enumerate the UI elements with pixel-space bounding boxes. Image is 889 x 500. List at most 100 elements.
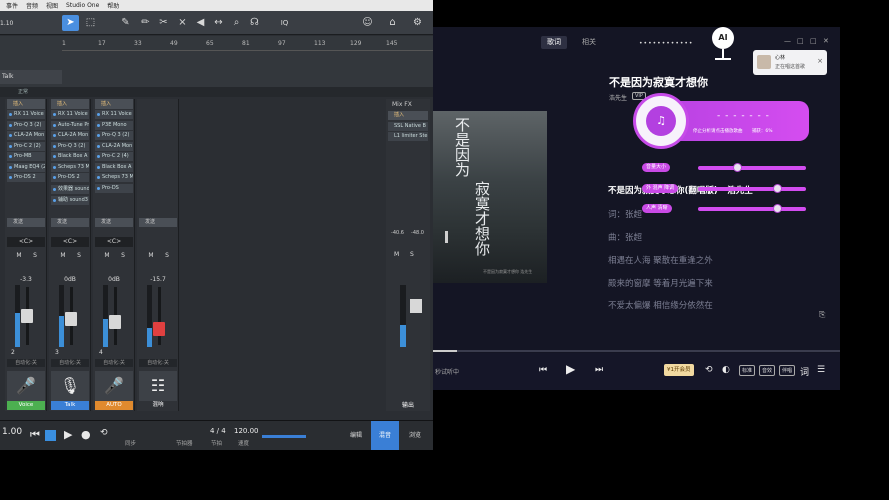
insert-slot[interactable]: Pro-Q 3 (2) xyxy=(51,141,89,151)
mix-fx-solo[interactable]: S xyxy=(410,251,414,258)
insert-slot[interactable]: CLA-2A Mon xyxy=(95,141,133,151)
mute-button[interactable]: M xyxy=(145,251,157,261)
solo-button[interactable]: S xyxy=(117,251,129,261)
return-to-start-icon[interactable]: ⏮ xyxy=(30,428,40,442)
accompaniment[interactable]: 伴唱 xyxy=(779,365,796,376)
arrow-tool-icon[interactable]: ➤ xyxy=(62,15,79,31)
mute-tool-icon[interactable]: ⨯ xyxy=(174,15,191,31)
iq-icon[interactable]: IQ xyxy=(276,15,293,31)
send-header[interactable]: 发送 xyxy=(7,218,45,227)
insert-slot[interactable]: Pro-DS 2 xyxy=(7,173,45,182)
channel-name[interactable]: 混响 xyxy=(139,401,177,410)
playback-progress[interactable] xyxy=(433,350,840,352)
insert-slot[interactable]: RX 11 Voice xyxy=(95,110,133,119)
listen-icon[interactable]: ☊ xyxy=(246,15,263,31)
next-icon[interactable]: ⏭ xyxy=(595,365,603,375)
play-icon[interactable]: ▶ xyxy=(566,362,575,376)
lyric-line[interactable]: 不爱太偏爆 相信缘分依然在 xyxy=(608,299,713,311)
lyric-line[interactable]: 相遇在人海 聚散在重逢之外 xyxy=(608,254,713,266)
repeat-icon[interactable]: ⟲ xyxy=(705,365,713,375)
menu-item-audio[interactable]: 音频 xyxy=(26,1,38,10)
insert-slot[interactable]: Black Box A xyxy=(95,162,133,172)
maximize-icon[interactable]: □ xyxy=(810,37,817,45)
singing-notification[interactable]: 心林 正在唱这首歌 × xyxy=(753,50,827,75)
insert-slot[interactable]: Maag EQ4 (2) xyxy=(7,162,45,172)
pan-control[interactable]: <C> xyxy=(95,237,133,247)
restore-icon[interactable]: □ xyxy=(797,37,804,45)
slider-knob[interactable] xyxy=(773,204,782,213)
solo-button[interactable]: S xyxy=(29,251,41,261)
insert-slot[interactable]: Pro-Q 3 (2) xyxy=(95,131,133,140)
tab-browse[interactable]: 浏览 xyxy=(401,421,429,450)
insert-slot[interactable]: Black Box A xyxy=(51,152,89,161)
fx-slot[interactable]: 效果器 sound3 xyxy=(51,185,89,194)
lyric-line[interactable]: 殿来的窗摩 等着月光遍下来 xyxy=(608,277,713,289)
master-volume-bar[interactable] xyxy=(262,435,306,438)
tab-related[interactable]: 相关 xyxy=(576,36,602,49)
insert-slot[interactable]: RX 11 Voice xyxy=(51,110,89,119)
mix-fx-insert-header[interactable]: 插入 xyxy=(388,111,428,120)
close-icon[interactable]: ✕ xyxy=(823,37,829,45)
insert-header[interactable]: 插入 xyxy=(51,99,89,109)
insert-slot[interactable]: RX 11 Voice xyxy=(7,110,45,119)
stop-button[interactable] xyxy=(45,430,56,441)
lyrics-button[interactable]: 词 xyxy=(800,365,809,378)
insert-slot[interactable]: Auto-Tune Pr xyxy=(51,120,89,130)
automation-mode[interactable]: 自动化:关 xyxy=(139,359,177,367)
home-icon[interactable]: ⌂ xyxy=(384,15,401,31)
sound-effect[interactable]: 音效 xyxy=(759,365,776,376)
pan-control[interactable]: <C> xyxy=(51,237,89,247)
tab-edit[interactable]: 编辑 xyxy=(342,421,370,450)
menu-item-studio-one[interactable]: Studio One xyxy=(66,2,99,9)
prev-icon[interactable]: ⏮ xyxy=(539,365,547,375)
insert-slot[interactable]: Pro-Q 3 (2) xyxy=(7,120,45,130)
audio-icon[interactable]: ◐ xyxy=(722,365,730,375)
slider-track[interactable] xyxy=(698,204,806,213)
notify-close-icon[interactable]: × xyxy=(817,57,823,65)
tab-mix[interactable]: 混音 xyxy=(371,421,399,450)
loop-icon[interactable]: ⟲ xyxy=(100,428,108,438)
fx-slot[interactable]: 辅助 sound3 xyxy=(51,195,89,205)
lyric-line[interactable]: 词：张超 xyxy=(608,208,642,220)
send-header[interactable]: 发送 xyxy=(139,218,177,227)
fader-cap[interactable] xyxy=(65,312,77,326)
insert-slot[interactable]: Pro-MB xyxy=(7,152,45,161)
mix-fx-slot[interactable]: L1 limiter Ste xyxy=(388,132,428,141)
solo-button[interactable]: S xyxy=(161,251,173,261)
record-icon[interactable]: ● xyxy=(81,428,91,441)
speaker-icon[interactable]: ◀ xyxy=(192,15,209,31)
slider-knob[interactable] xyxy=(773,184,782,193)
user-icon[interactable]: ☺ xyxy=(359,15,376,31)
tab-lyrics[interactable]: 歌词 xyxy=(541,36,567,49)
insert-header[interactable]: 插入 xyxy=(7,99,45,109)
slider-track[interactable] xyxy=(698,163,806,172)
lyric-line[interactable]: 曲：张超 xyxy=(608,231,642,243)
insert-slot[interactable]: P3E Mono xyxy=(95,120,133,130)
fader-cap[interactable] xyxy=(153,322,165,336)
insert-slot[interactable]: Pro-C 2 (2) xyxy=(7,141,45,151)
playlist-icon[interactable]: ☰ xyxy=(817,365,825,375)
mute-button[interactable]: M xyxy=(101,251,113,261)
send-header[interactable]: 发送 xyxy=(95,218,133,227)
bend-icon[interactable]: ↔ xyxy=(210,15,227,31)
mute-button[interactable]: M xyxy=(13,251,25,261)
slider-track[interactable] xyxy=(698,184,806,193)
settings-icon[interactable]: ⚙ xyxy=(409,15,426,31)
play-icon[interactable]: ▶ xyxy=(64,428,72,441)
scissors-icon[interactable]: ✂ xyxy=(155,15,172,31)
share-icon[interactable]: ⎘ xyxy=(819,310,825,320)
menu-item-view[interactable]: 视图 xyxy=(46,1,58,10)
mix-mode-label[interactable]: 正常 xyxy=(18,89,28,95)
time-signature[interactable]: 4 / 4 xyxy=(210,427,226,435)
pencil-icon[interactable]: ✏ xyxy=(137,15,154,31)
pan-control[interactable]: <C> xyxy=(7,237,45,247)
insert-slot[interactable]: Scheps 73 M xyxy=(95,173,133,182)
solo-button[interactable]: S xyxy=(73,251,85,261)
automation-mode[interactable]: 自动化:关 xyxy=(51,359,89,367)
timeline-ruler[interactable]: 1 17 33 49 65 81 97 113 129 145 xyxy=(0,36,433,90)
mix-fx-mute[interactable]: M xyxy=(394,251,399,258)
eraser-icon[interactable]: ✎ xyxy=(117,15,134,31)
channel-name[interactable]: Talk xyxy=(51,401,89,410)
channel-name[interactable]: Voice xyxy=(7,401,45,410)
slider-knob[interactable] xyxy=(733,163,742,172)
